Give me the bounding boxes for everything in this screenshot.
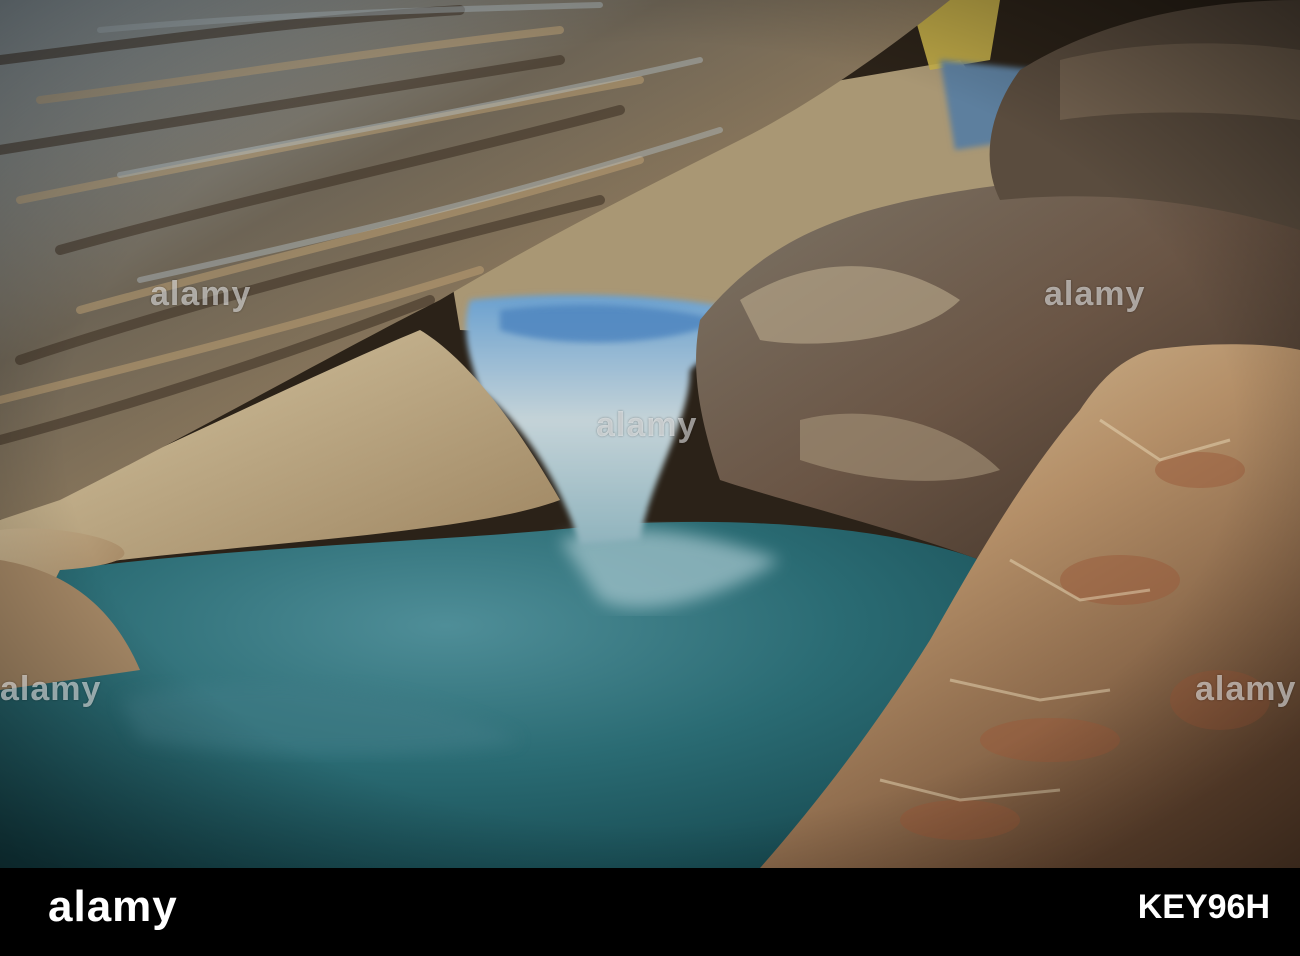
stock-photo-page: alamy alamy alamy alamy alamy alamy KEY9…	[0, 0, 1300, 956]
image-code: KEY96H	[1137, 888, 1270, 926]
footer-bar: alamy KEY96H	[0, 868, 1300, 956]
cave-waterfall-photo: alamy alamy alamy alamy alamy	[0, 0, 1300, 868]
alamy-logo: alamy	[48, 882, 178, 931]
